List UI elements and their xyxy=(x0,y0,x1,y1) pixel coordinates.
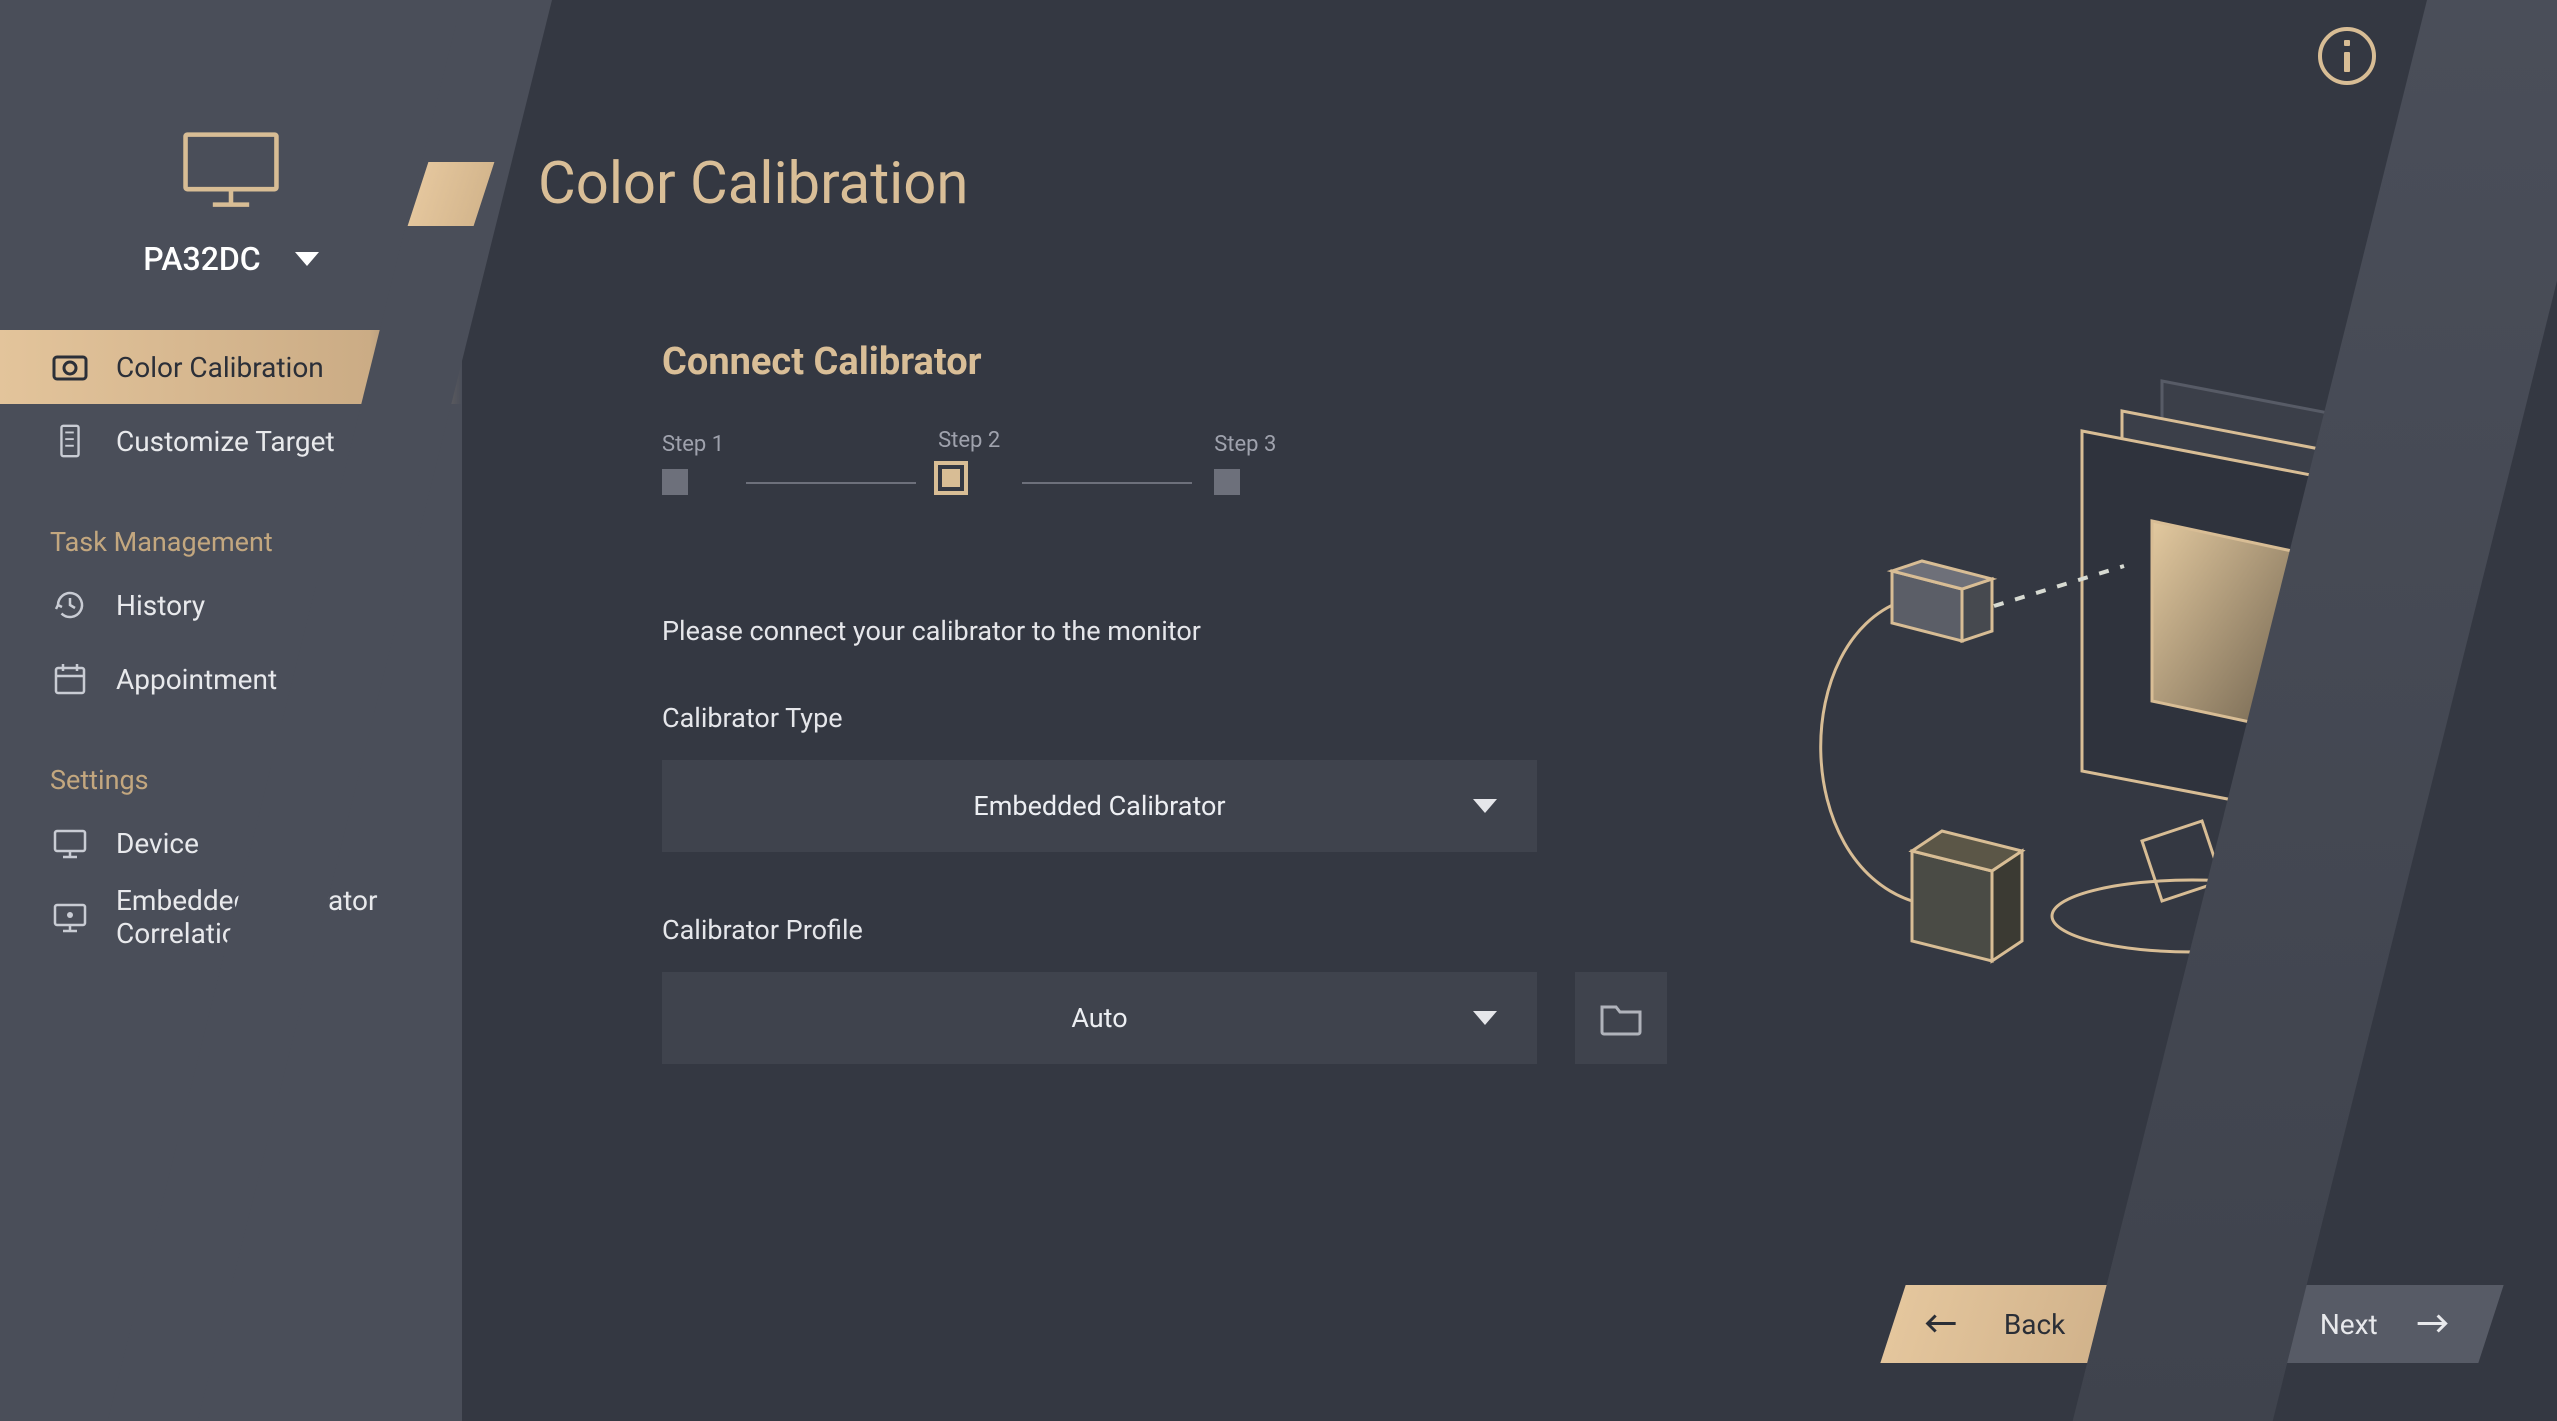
step-2: Step 2 xyxy=(938,428,1000,495)
step-label: Step 3 xyxy=(1214,432,1276,457)
arrow-left-icon xyxy=(1924,1308,1958,1341)
calibrator-type-value: Embedded Calibrator xyxy=(973,790,1225,822)
monitor-small-icon xyxy=(50,823,90,863)
sidebar-item-appointment[interactable]: Appointment xyxy=(0,642,462,716)
sidebar-item-history[interactable]: History xyxy=(0,568,462,642)
sidebar-item-customize-target[interactable]: Customize Target xyxy=(0,404,462,478)
sidebar-item-label: History xyxy=(116,589,205,622)
sidebar-item-label: Customize Target xyxy=(116,425,335,458)
chevron-down-icon xyxy=(295,252,319,266)
sidebar-section-settings: Settings xyxy=(0,716,462,806)
info-button[interactable] xyxy=(2317,26,2377,86)
calibrator-type-select[interactable]: Embedded Calibrator xyxy=(662,760,1537,852)
sidebar: PA32DC Color Calibration Customize Targe… xyxy=(0,0,462,1421)
sidebar-item-color-calibration[interactable]: Color Calibration xyxy=(0,330,462,404)
step-marker xyxy=(1214,469,1240,495)
device-select[interactable]: PA32DC xyxy=(0,240,462,278)
chevron-down-icon xyxy=(1473,799,1497,813)
monitor-dot-icon xyxy=(50,897,90,937)
step-connector xyxy=(746,482,916,484)
back-button-label: Back xyxy=(2004,1308,2066,1341)
step-marker xyxy=(662,469,688,495)
step-label: Step 1 xyxy=(662,432,724,457)
calendar-icon xyxy=(50,659,90,699)
sidebar-section-task: Task Management xyxy=(0,478,462,568)
arrow-right-icon xyxy=(2416,1308,2450,1341)
next-button-label: Next xyxy=(2320,1308,2378,1341)
sidebar-item-label: Color Calibration xyxy=(116,351,324,384)
page-title: Color Calibration xyxy=(538,150,968,218)
sidebar-item-device[interactable]: Device xyxy=(0,806,462,880)
folder-icon xyxy=(1596,993,1646,1043)
history-icon xyxy=(50,585,90,625)
monitor-icon xyxy=(181,130,281,212)
ruler-icon xyxy=(50,421,90,461)
calibrator-profile-value: Auto xyxy=(1071,1002,1127,1034)
chevron-down-icon xyxy=(1473,1011,1497,1025)
step-connector xyxy=(1022,482,1192,484)
device-select-value: PA32DC xyxy=(143,240,260,278)
step-3: Step 3 xyxy=(1214,432,1276,495)
camera-icon xyxy=(50,347,90,387)
sidebar-item-label: Appointment xyxy=(116,663,277,696)
sidebar-item-label: Embedded Calibrator Correlation xyxy=(116,884,462,950)
calibrator-profile-select[interactable]: Auto xyxy=(662,972,1537,1064)
sidebar-item-embedded-calibrator-correlation[interactable]: Embedded Calibrator Correlation xyxy=(0,880,462,954)
sidebar-item-label: Device xyxy=(116,827,199,860)
step-marker-active xyxy=(934,461,968,495)
step-label: Step 2 xyxy=(938,428,1000,453)
browse-profile-button[interactable] xyxy=(1575,972,1667,1064)
step-1: Step 1 xyxy=(662,432,724,495)
